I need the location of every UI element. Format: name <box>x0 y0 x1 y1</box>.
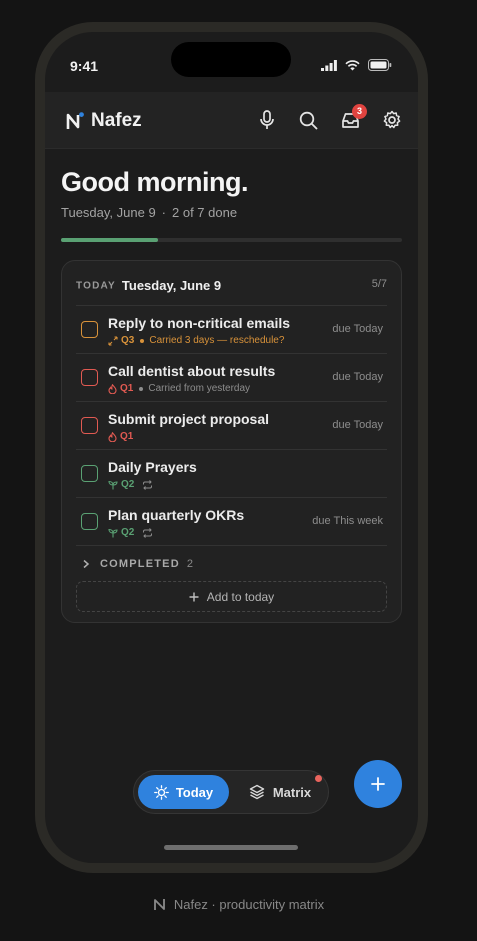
task-meta: Q1 Carried from yesterday <box>108 383 250 394</box>
task-title: Daily Prayers <box>108 459 197 475</box>
quadrant-label: Q1 <box>120 431 134 442</box>
gear-icon <box>383 110 401 129</box>
task-row[interactable]: Reply to non-critical emails Q3 Carried 3 … <box>76 305 387 353</box>
fire-icon <box>108 383 117 394</box>
footer: Nafez · productivity matrix <box>0 897 477 912</box>
completed-toggle[interactable]: COMPLETED 2 <box>76 545 387 581</box>
status-bar: 9:41 <box>45 32 418 92</box>
tab-today[interactable]: Today <box>138 775 229 809</box>
add-to-today-label: Add to today <box>206 589 275 604</box>
task-due: due Today <box>332 371 383 383</box>
quadrant-label: Q1 <box>120 383 134 394</box>
voice-button[interactable] <box>255 108 279 132</box>
task-due: due Today <box>332 323 383 335</box>
tab-matrix-label: Matrix <box>272 784 312 800</box>
task-row[interactable]: Daily Prayers Q2 <box>76 449 387 497</box>
delegate-arrows-icon <box>108 335 118 346</box>
task-note: Carried from yesterday <box>148 383 251 394</box>
fire-icon <box>108 431 117 442</box>
task-title: Reply to non-critical emails <box>108 315 291 331</box>
footer-text: Nafez · productivity matrix <box>173 897 325 912</box>
task-row[interactable]: Call dentist about results Q1 Carried from… <box>76 353 387 401</box>
separator-dot: · <box>161 205 167 220</box>
completed-count: 2 <box>186 557 193 570</box>
task-title: Submit project proposal <box>108 411 270 427</box>
task-meta: Q2 <box>108 527 153 538</box>
status-icons <box>321 59 392 71</box>
search-button[interactable] <box>296 108 320 132</box>
layers-icon <box>249 784 265 800</box>
task-note: Carried 3 days — reschedule? <box>149 335 285 346</box>
task-row[interactable]: Plan quarterly OKRs Q2 due This week <box>76 497 387 545</box>
search-icon <box>299 111 317 129</box>
task-meta: Q2 <box>108 479 153 490</box>
task-checkbox[interactable] <box>81 369 98 386</box>
plus-icon <box>189 592 199 601</box>
microphone-icon <box>260 110 274 129</box>
card-date: Tuesday, June 9 <box>121 278 222 294</box>
task-due: due This week <box>312 515 383 527</box>
tab-matrix[interactable]: Matrix <box>238 775 322 809</box>
quadrant-label: Q2 <box>121 527 135 538</box>
nafez-logo-icon <box>153 899 165 910</box>
plus-icon <box>371 777 385 791</box>
phone-screen: 9:41 Nafez 3 Good morning. Tuesday, June… <box>45 32 418 863</box>
task-row[interactable]: Submit project proposal Q1 due Today <box>76 401 387 449</box>
dynamic-island <box>171 42 291 77</box>
wifi-icon <box>345 59 360 70</box>
task-checkbox[interactable] <box>81 321 98 338</box>
sprout-icon <box>108 480 118 490</box>
chevron-right-icon <box>83 559 90 568</box>
greeting-title: Good morning. <box>61 167 248 197</box>
task-title: Plan quarterly OKRs <box>108 507 245 523</box>
repeat-icon <box>142 527 153 538</box>
repeat-icon <box>142 479 153 490</box>
phone-frame: 9:41 Nafez 3 Good morning. Tuesday, June… <box>35 22 428 873</box>
task-checkbox[interactable] <box>81 513 98 530</box>
app-name: Nafez <box>91 110 142 131</box>
battery-icon <box>368 59 392 71</box>
notification-badge: 3 <box>352 104 367 119</box>
add-to-today-button[interactable]: Add to today <box>76 581 387 612</box>
signal-icon <box>321 59 337 71</box>
nafez-logo-icon <box>66 112 84 129</box>
date-summary: Tuesday, June 9 · 2 of 7 done <box>61 205 237 220</box>
quadrant-label: Q3 <box>121 335 135 346</box>
today-card: TODAY Tuesday, June 9 5/7 Reply to non-cr… <box>61 260 402 623</box>
task-title: Call dentist about results <box>108 363 276 379</box>
matrix-notification-dot <box>315 775 322 782</box>
note-dot <box>139 386 144 391</box>
app-logo[interactable]: Nafez <box>65 110 142 132</box>
done-summary: 2 of 7 done <box>172 205 238 220</box>
settings-button[interactable] <box>380 108 404 132</box>
completed-label: COMPLETED <box>100 557 180 570</box>
progress-fill <box>61 238 159 242</box>
task-meta: Q3 Carried 3 days — reschedule? <box>108 335 284 346</box>
add-task-fab[interactable] <box>354 760 402 808</box>
card-today-label: TODAY <box>76 280 116 292</box>
task-meta: Q1 <box>108 431 133 442</box>
card-count: 5/7 <box>371 278 387 290</box>
sun-icon <box>153 784 169 800</box>
header-date: Tuesday, June 9 <box>61 205 156 220</box>
app-bar: Nafez 3 <box>45 92 418 149</box>
home-indicator[interactable] <box>164 845 298 850</box>
bottom-tab-bar: Today Matrix <box>133 770 329 814</box>
task-due: due Today <box>332 419 383 431</box>
inbox-button[interactable]: 3 <box>338 104 367 132</box>
status-time: 9:41 <box>70 58 99 74</box>
sprout-icon <box>108 528 118 538</box>
note-dot <box>140 338 145 343</box>
task-checkbox[interactable] <box>81 465 98 482</box>
quadrant-label: Q2 <box>121 479 135 490</box>
progress-bar <box>61 238 402 242</box>
tab-today-label: Today <box>175 784 214 800</box>
card-header: TODAY Tuesday, June 9 5/7 <box>76 277 387 293</box>
task-checkbox[interactable] <box>81 417 98 434</box>
